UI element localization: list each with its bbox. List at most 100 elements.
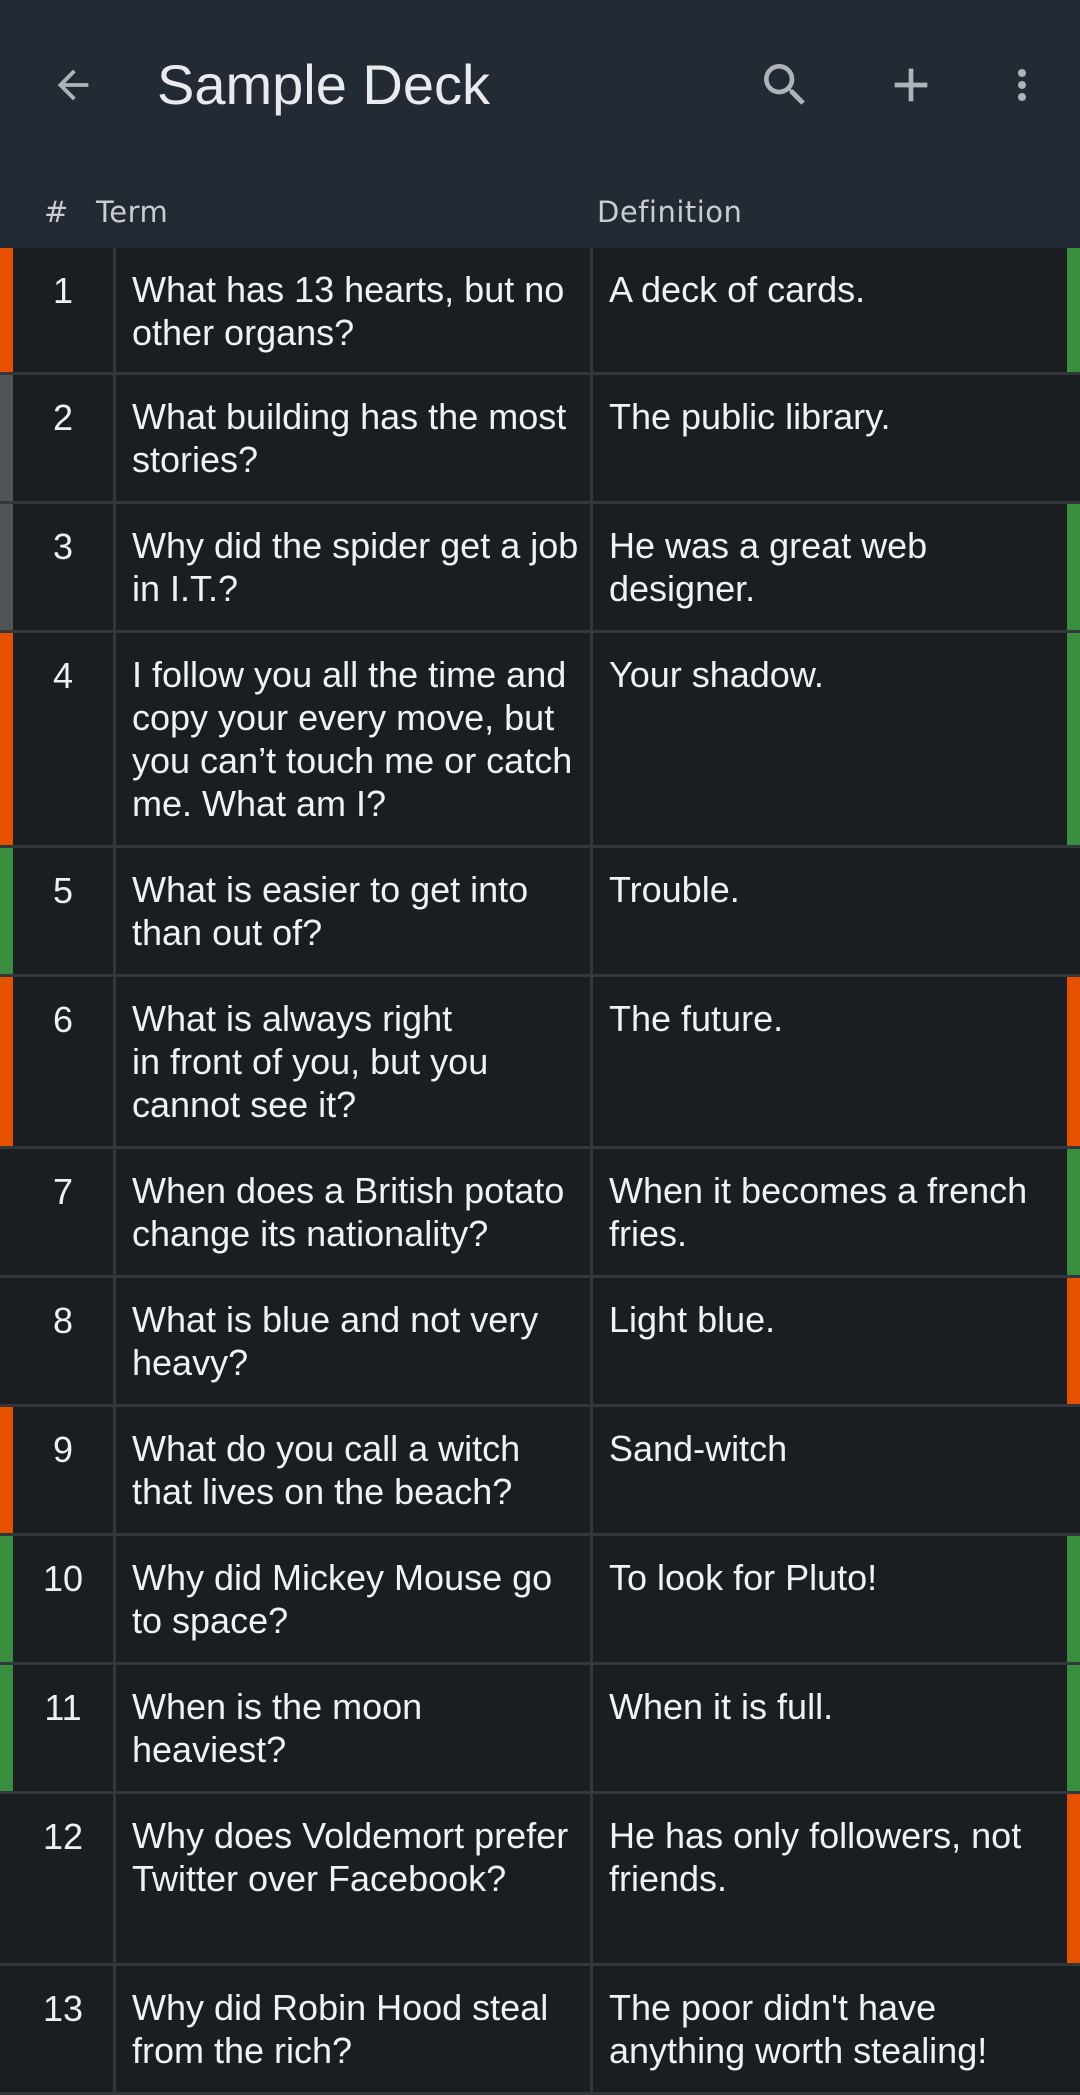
status-bar-left (0, 1665, 13, 1791)
table-row[interactable]: 13 Why did Robin Hood steal from the rich… (0, 1966, 1080, 2095)
definition-cell: A deck of cards. (609, 269, 866, 310)
status-bar-left (0, 1407, 13, 1533)
column-divider (590, 1665, 593, 1791)
status-bar-left (0, 504, 13, 630)
column-divider (590, 848, 593, 974)
row-number: 10 (42, 1558, 84, 1599)
status-bar-right (1067, 1278, 1080, 1404)
status-bar-left (0, 848, 13, 974)
definition-cell: To look for Pluto! (609, 1557, 878, 1598)
table-row[interactable]: 10 Why did Mickey Mouse go to space? To lo… (0, 1536, 1080, 1665)
row-number: 3 (52, 526, 74, 567)
column-divider (113, 504, 116, 630)
column-divider (113, 977, 116, 1146)
more-vert-icon (1018, 69, 1026, 101)
row-number: 8 (52, 1300, 74, 1341)
column-divider (113, 1665, 116, 1791)
page-title: Sample Deck (157, 53, 491, 116)
column-number-header[interactable]: # (44, 195, 69, 229)
row-number: 4 (52, 655, 74, 696)
definition-cell: Trouble. (609, 869, 740, 910)
table-row[interactable]: 8 What is blue and not very heavy? Light b… (0, 1278, 1080, 1407)
definition-cell: When it becomes a french fries. (609, 1170, 1028, 1254)
term-cell: What is easier to get into than out of? (132, 869, 529, 953)
term-cell: What do you call a witch that lives on t… (132, 1428, 521, 1512)
row-number: 13 (42, 1988, 84, 2029)
column-divider (590, 1407, 593, 1533)
status-bar-right (1067, 504, 1080, 630)
row-number: 1 (52, 270, 74, 311)
table-row[interactable]: 1 What has 13 hearts, but no other organs… (0, 248, 1080, 375)
term-cell: Why did Robin Hood steal from the rich? (132, 1987, 549, 2071)
table-row[interactable]: 3 Why did the spider get a job in I.T.? He… (0, 504, 1080, 633)
status-bar-right (1067, 248, 1080, 372)
search-button[interactable] (740, 40, 830, 130)
definition-cell: Your shadow. (609, 654, 824, 695)
row-number: 12 (42, 1816, 84, 1857)
term-cell: I follow you all the time and copy your … (132, 654, 573, 824)
column-divider (113, 633, 116, 845)
table-row[interactable]: 6 What is always right in front of you, b… (0, 977, 1080, 1149)
column-divider (113, 1536, 116, 1662)
term-cell: Why did Mickey Mouse go to space? (132, 1557, 553, 1641)
row-number: 7 (52, 1171, 74, 1212)
status-bar-left (0, 248, 13, 372)
term-cell: When is the moon heaviest? (132, 1686, 423, 1770)
definition-cell: He was a great web designer. (609, 525, 928, 609)
add-icon (894, 68, 928, 102)
row-number: 9 (52, 1429, 74, 1470)
table-row[interactable]: 5 What is easier to get into than out of?… (0, 848, 1080, 977)
column-divider (113, 1278, 116, 1404)
app-bar: Sample Deck (0, 0, 1080, 175)
column-divider (113, 1966, 116, 2092)
column-divider (113, 375, 116, 501)
definition-cell: The future. (609, 998, 784, 1039)
add-button[interactable] (866, 40, 956, 130)
search-icon (764, 64, 805, 105)
definition-cell: Light blue. (609, 1299, 776, 1340)
term-cell: What is always right in front of you, bu… (132, 998, 489, 1125)
back-arrow-icon (57, 69, 89, 101)
table-row[interactable]: 4 I follow you all the time and copy your… (0, 633, 1080, 848)
row-number: 5 (52, 870, 74, 911)
status-bar-right (1067, 633, 1080, 845)
column-definition-header[interactable]: Definition (597, 195, 742, 229)
definition-cell: The poor didn't have anything worth stea… (609, 1987, 988, 2071)
cards-table: 1 What has 13 hearts, but no other organs… (0, 248, 1080, 2095)
table-row[interactable]: 9 What do you call a witch that lives on … (0, 1407, 1080, 1536)
status-bar-right (1067, 977, 1080, 1146)
table-row[interactable]: 7 When does a British potato change its n… (0, 1149, 1080, 1278)
column-divider (590, 977, 593, 1146)
column-divider (113, 848, 116, 974)
term-cell: What has 13 hearts, but no other organs? (132, 269, 565, 353)
column-term-header[interactable]: Term (96, 195, 168, 229)
column-divider (113, 1794, 116, 1963)
column-divider (113, 1149, 116, 1275)
status-bar-left (0, 633, 13, 845)
row-number: 2 (52, 397, 74, 438)
status-bar-right (1067, 1149, 1080, 1275)
column-divider (590, 375, 593, 501)
column-divider (590, 633, 593, 845)
column-divider (590, 504, 593, 630)
column-divider (113, 248, 116, 372)
status-bar-left (0, 1536, 13, 1662)
column-divider (590, 1536, 593, 1662)
table-row[interactable]: 2 What building has the most stories? The … (0, 375, 1080, 504)
column-divider (113, 1407, 116, 1533)
back-button[interactable] (28, 40, 118, 130)
row-number: 11 (44, 1687, 82, 1728)
more-options-button[interactable] (977, 40, 1067, 130)
table-row[interactable]: 11 When is the moon heaviest? When it is f… (0, 1665, 1080, 1794)
term-cell: What is blue and not very heavy? (132, 1299, 539, 1383)
status-bar-left (0, 375, 13, 501)
definition-cell: He has only followers, not friends. (609, 1815, 1022, 1899)
term-cell: Why does Voldemort prefer Twitter over F… (132, 1815, 569, 1899)
status-bar-right (1067, 1536, 1080, 1662)
status-bar-left (0, 977, 13, 1146)
row-number: 6 (52, 999, 74, 1040)
definition-cell: Sand-witch (609, 1428, 788, 1469)
table-row[interactable]: 12 Why does Voldemort prefer Twitter over… (0, 1794, 1080, 1966)
status-bar-right (1067, 1665, 1080, 1791)
column-divider (590, 1966, 593, 2092)
